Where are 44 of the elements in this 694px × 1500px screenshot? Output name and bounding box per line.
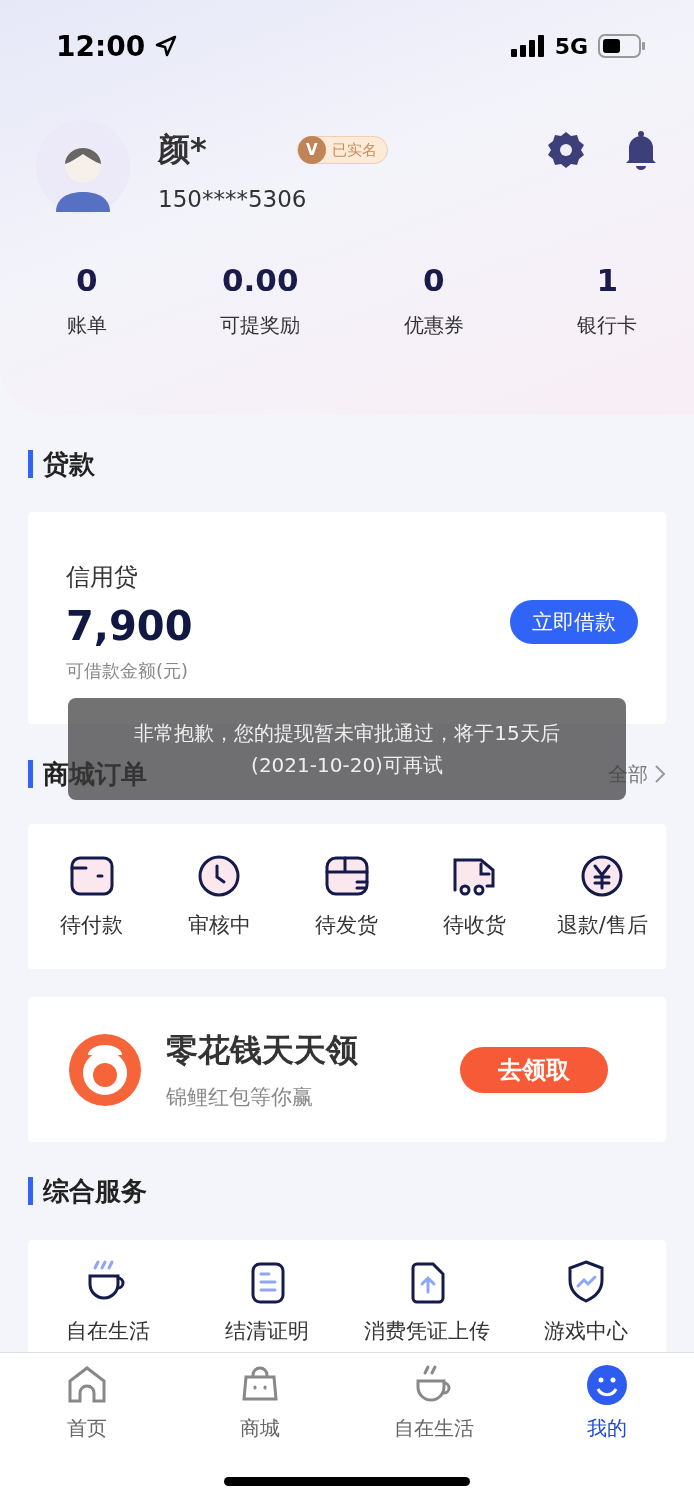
- service-label[interactable]: 消费凭证上传: [363, 1320, 490, 1344]
- user-name: 颜*: [158, 129, 207, 170]
- promo-subtitle: 锦鲤红包等你赢: [166, 1083, 314, 1111]
- tab-item[interactable]: 我的: [520, 1363, 694, 1500]
- service-label[interactable]: 游戏中心: [544, 1320, 629, 1344]
- amount-caption: 可借款金额(元): [66, 659, 190, 683]
- loan-amount: 7,900: [66, 603, 193, 649]
- stat-value: 0: [75, 262, 98, 298]
- settings-icon[interactable]: [546, 130, 586, 170]
- order-status-label[interactable]: 退款/售后: [556, 914, 648, 938]
- network-label: 5G: [554, 33, 588, 59]
- smile-icon: [585, 1363, 630, 1407]
- tab-item[interactable]: 自在生活: [347, 1363, 521, 1500]
- loan-product: 信用贷: [66, 562, 139, 593]
- verified-badge: V 已实名: [296, 136, 388, 164]
- order-status-label[interactable]: 待付款: [60, 914, 124, 938]
- section-title: 综合服务: [28, 1177, 147, 1205]
- promo-title: 零花钱天天领: [166, 1029, 358, 1071]
- stat-value: 0.00: [222, 262, 299, 298]
- order-status-label[interactable]: 审核中: [187, 914, 251, 938]
- notification-bell-icon[interactable]: [624, 130, 658, 170]
- phone-number: 150****5306: [158, 186, 308, 212]
- tab-item[interactable]: 首页: [0, 1363, 174, 1500]
- mascot-logo-icon: [68, 1032, 142, 1107]
- stat-label[interactable]: 银行卡: [577, 312, 638, 339]
- stat-label[interactable]: 优惠券: [403, 312, 464, 339]
- borrow-button[interactable]: 立即借款: [510, 600, 638, 644]
- order-status-label[interactable]: 待收货: [443, 914, 507, 938]
- service-label[interactable]: 结清证明: [225, 1320, 310, 1344]
- location-arrow-icon: [155, 35, 178, 57]
- stat-label[interactable]: 可提奖励: [220, 312, 301, 339]
- signal-icon: [510, 35, 545, 57]
- order-status-label[interactable]: 待发货: [315, 914, 379, 938]
- section-title: 贷款: [28, 449, 95, 478]
- toast-text: (2021-10-20)可再试: [251, 752, 443, 779]
- stat-value: 1: [596, 262, 619, 298]
- stat-value: 0: [422, 262, 445, 298]
- battery-icon: [598, 34, 646, 58]
- status-time: 12:00: [56, 29, 146, 63]
- chevron-right-icon: [654, 764, 666, 784]
- service-label[interactable]: 自在生活: [65, 1320, 150, 1344]
- toast-text: 非常抱歉，您的提现暂未审批通过，将于15天后: [134, 720, 560, 747]
- stat-label[interactable]: 账单: [66, 312, 107, 339]
- tab-item[interactable]: 商城: [173, 1363, 347, 1500]
